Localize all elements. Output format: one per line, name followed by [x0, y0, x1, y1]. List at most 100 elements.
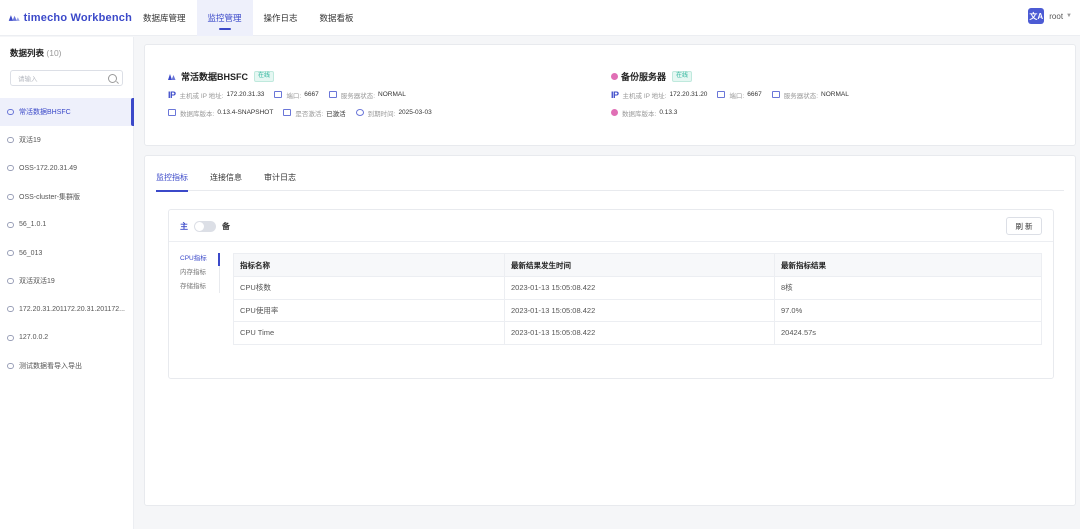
logo-icon	[168, 73, 176, 80]
nav-operation-log[interactable]: 操作日志	[253, 0, 309, 36]
metrics-toolbar: 主 备 刷 新	[169, 210, 1053, 242]
database-icon	[7, 109, 14, 116]
column-header: 最新结果发生时间	[504, 253, 775, 277]
tab-storage-metrics[interactable]: 存储指标	[179, 281, 219, 295]
search-placeholder: 请输入	[18, 76, 38, 83]
refresh-button[interactable]: 刷 新	[1006, 217, 1042, 235]
version-key: 数据库版本:	[180, 110, 215, 118]
sidebar-item-label: 常活数据BHSFC	[19, 109, 71, 117]
sidebar-item[interactable]: OSS-cluster-集群版	[0, 183, 134, 211]
database-icon	[7, 193, 14, 200]
tab-connection-info[interactable]: 连接信息	[210, 172, 242, 191]
ip-value: 172.20.31.20	[669, 91, 708, 98]
nav-monitoring[interactable]: 监控管理	[196, 0, 253, 36]
toggle-knob	[195, 222, 204, 231]
port-icon	[717, 91, 726, 98]
backup-server-icon	[611, 72, 618, 80]
expire-key: 到期时间:	[367, 110, 396, 118]
sidebar-item-label: 测试数据看导入导出	[19, 362, 82, 370]
ip-value: 172.20.31.33	[226, 91, 265, 98]
sidebar-item-label: 双活双活19	[19, 278, 55, 286]
sidebar-item-label: 172.20.31.201172.20.31.201172...	[19, 305, 126, 313]
activated-value: 已激活	[326, 110, 346, 118]
table-cell: 97.0%	[774, 298, 1042, 322]
ip-icon: IP	[168, 89, 176, 100]
primary-backup-toggle[interactable]	[194, 221, 216, 232]
port-value: 6667	[747, 91, 762, 98]
sidebar-item-label: 56_013	[19, 249, 43, 257]
translate-icon[interactable]: 文A	[1028, 8, 1045, 24]
sidebar-item[interactable]: 双活19	[0, 126, 134, 154]
status-badge: 在线	[254, 70, 275, 82]
expire-value: 2025-03-03	[398, 109, 432, 116]
table-cell: 2023-01-13 15:05:08.422	[504, 276, 775, 300]
ip-icon: IP	[611, 89, 619, 100]
sidebar-item[interactable]: 56_013	[0, 239, 134, 267]
switch-backup-label: 备	[222, 222, 230, 231]
ip-key: 主机或 IP 地址:	[179, 92, 224, 100]
sidebar-item[interactable]: 双活双活19	[0, 267, 134, 295]
version-key: 数据库版本:	[622, 110, 657, 118]
metric-category-tabs: CPU指标 内存指标 存储指标	[179, 253, 220, 293]
sidebar-item-label: 56_1.0.1	[19, 221, 47, 229]
primary-backup-switch: 主 备	[180, 221, 230, 232]
user-menu[interactable]: 文A root ▼	[1028, 8, 1072, 24]
sidebar-item[interactable]: 172.20.31.201172.20.31.201172...	[0, 295, 134, 323]
status-badge: 在线	[672, 70, 693, 82]
chevron-down-icon[interactable]: ▼	[1066, 13, 1072, 19]
tab-audit-log[interactable]: 审计日志	[264, 172, 296, 191]
sidebar-item[interactable]: OSS-172.20.31.49	[0, 154, 134, 182]
table-cell: CPU使用率	[233, 298, 505, 322]
database-icon	[7, 250, 14, 257]
nav-dashboard[interactable]: 数据看板	[309, 0, 365, 36]
server-info-card: 常活数据BHSFC 在线 IP 主机或 IP 地址: 172.20.31.33 端口…	[144, 44, 1076, 146]
table-cell: CPU Time	[233, 321, 505, 345]
table-header-row: 指标名称 最新结果发生时间 最新指标结果	[233, 253, 1042, 277]
top-navbar: timecho Workbench 数据库管理 监控管理 操作日志 数据看板 文…	[0, 0, 1080, 36]
tab-metrics[interactable]: 监控指标	[156, 172, 188, 192]
tab-memory-metrics[interactable]: 内存指标	[179, 267, 219, 281]
table-cell: 2023-01-13 15:05:08.422	[504, 321, 775, 345]
column-header: 指标名称	[233, 253, 505, 277]
backup-server: 备份服务器 在线 IP 主机或 IP 地址: 172.20.31.20 端口: 666…	[611, 69, 859, 119]
backup-server-name: 备份服务器	[621, 71, 667, 82]
search-input[interactable]: 请输入	[10, 70, 123, 86]
sidebar-title: 数据列表 (10)	[10, 47, 62, 59]
state-key: 服务器状态:	[340, 92, 376, 100]
sidebar-title-text: 数据列表	[10, 48, 45, 58]
search-icon[interactable]	[108, 74, 117, 83]
sidebar: 数据列表 (10) 请输入 常活数据BHSFC 双活19 OSS-172.20.…	[0, 37, 134, 529]
nav-database-management[interactable]: 数据库管理	[132, 0, 197, 36]
port-icon	[274, 91, 283, 98]
port-key: 端口:	[729, 92, 745, 100]
logo-icon	[8, 14, 20, 21]
version-icon	[611, 109, 618, 116]
sidebar-item[interactable]: 127.0.0.2	[0, 324, 134, 352]
table-cell: 2023-01-13 15:05:08.422	[504, 298, 775, 322]
sidebar-item[interactable]: 56_1.0.1	[0, 211, 134, 239]
version-value: 0.13.3	[659, 109, 678, 116]
port-value: 6667	[304, 91, 319, 98]
metrics-table: 指标名称 最新结果发生时间 最新指标结果 CPU核数 2023-01-13 15…	[233, 253, 1042, 345]
database-icon	[7, 306, 14, 313]
state-value: NORMAL	[821, 91, 849, 98]
app-logo[interactable]: timecho Workbench	[8, 12, 132, 24]
tab-cpu-metrics[interactable]: CPU指标	[179, 253, 220, 267]
user-name[interactable]: root	[1049, 12, 1063, 21]
primary-server: 常活数据BHSFC 在线 IP 主机或 IP 地址: 172.20.31.33 端口…	[168, 69, 442, 119]
table-cell: 8核	[774, 276, 1042, 300]
sidebar-item-label: OSS-172.20.31.49	[19, 164, 77, 172]
port-key: 端口:	[286, 92, 302, 100]
sidebar-count: (10)	[46, 48, 62, 58]
activation-icon	[283, 109, 292, 116]
switch-primary-label: 主	[180, 222, 188, 231]
table-cell: 20424.57s	[774, 321, 1042, 345]
sidebar-item-label: 127.0.0.2	[19, 334, 49, 342]
sidebar-item[interactable]: 常活数据BHSFC	[0, 98, 134, 127]
sidebar-item[interactable]: 测试数据看导入导出	[0, 352, 134, 380]
monitor-tabs: 监控指标 连接信息 审计日志	[156, 172, 1064, 192]
database-icon	[7, 278, 14, 285]
primary-server-name: 常活数据BHSFC	[181, 71, 248, 82]
database-icon	[7, 137, 14, 144]
database-icon	[7, 221, 14, 228]
